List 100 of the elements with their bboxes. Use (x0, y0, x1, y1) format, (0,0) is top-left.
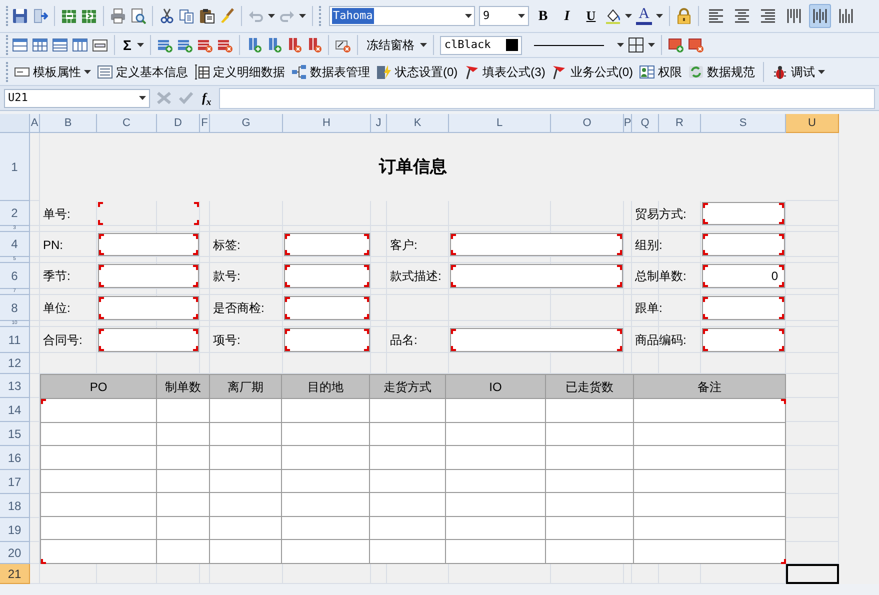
input-field[interactable] (702, 328, 785, 352)
row-header[interactable]: 2 (0, 201, 30, 226)
input-field[interactable] (702, 296, 785, 320)
toolbar-button[interactable]: 填表公式(3) (464, 62, 546, 80)
align-left-icon[interactable] (708, 8, 724, 24)
padlock-icon[interactable] (676, 8, 692, 24)
input-field[interactable] (702, 233, 785, 256)
italic-button[interactable]: I (557, 6, 577, 26)
column-header[interactable]: H (283, 114, 371, 133)
input-field[interactable] (702, 202, 785, 225)
row-header[interactable]: 15 (0, 422, 30, 446)
toolbar-button[interactable]: 数据规范 (688, 62, 756, 80)
align-top-icon[interactable] (786, 8, 802, 24)
scissors-icon[interactable] (159, 8, 175, 24)
remove-image-icon[interactable] (688, 37, 704, 53)
caret-icon[interactable] (84, 70, 91, 74)
input-field[interactable] (284, 233, 370, 256)
column-header[interactable]: K (387, 114, 449, 133)
spreadsheet-icon[interactable] (81, 8, 97, 24)
function-button[interactable]: f$_{x}$ (200, 88, 214, 108)
input-field[interactable] (450, 233, 623, 256)
table-icon[interactable] (194, 64, 210, 80)
caret-icon[interactable] (137, 43, 144, 47)
list-icon[interactable] (97, 64, 113, 80)
formula-input[interactable] (219, 88, 875, 108)
column-header[interactable]: D (157, 114, 200, 133)
row-header[interactable]: 19 (0, 518, 30, 542)
column-header[interactable]: O (551, 114, 624, 133)
row-header[interactable]: 17 (0, 470, 30, 494)
column-header[interactable]: B (40, 114, 97, 133)
caret-icon[interactable] (465, 14, 472, 18)
align-middle-icon[interactable] (812, 8, 828, 24)
delete-column-icon[interactable] (286, 37, 302, 53)
selected-cell[interactable] (786, 564, 839, 584)
lightning-icon[interactable] (376, 64, 392, 80)
column-header[interactable]: G (210, 114, 283, 133)
input-field[interactable] (98, 202, 199, 225)
input-field[interactable] (98, 264, 199, 288)
column-header[interactable]: P (624, 114, 632, 133)
row-header[interactable]: 20 (0, 542, 30, 564)
toolbar-button[interactable]: 业务公式(0) (551, 62, 634, 80)
caret-icon[interactable] (625, 14, 632, 18)
row-header[interactable]: 13 (0, 374, 30, 398)
print-preview-icon[interactable] (130, 8, 146, 24)
color-dropdown[interactable]: clBlack (440, 36, 522, 54)
delete-column-icon[interactable] (306, 37, 322, 53)
table-icon[interactable] (92, 37, 108, 53)
column-header[interactable]: J (371, 114, 387, 133)
row-header[interactable]: 4 (0, 232, 30, 257)
flag-icon[interactable] (551, 64, 568, 80)
toolbar-button[interactable]: 状态设置(0) (376, 62, 458, 80)
toolbar-button[interactable]: 数据表管理 (291, 62, 370, 80)
input-field[interactable] (284, 264, 370, 288)
row-header[interactable]: 16 (0, 446, 30, 470)
toolbar-button[interactable]: 权限 (639, 62, 682, 80)
toolbar-button[interactable]: 定义明细数据 (194, 62, 285, 80)
caret-icon[interactable] (648, 43, 656, 47)
column-header[interactable]: S (701, 114, 786, 133)
add-image-icon[interactable] (668, 37, 684, 53)
align-right-icon[interactable] (760, 8, 776, 24)
font-color-button[interactable]: A (636, 7, 652, 25)
input-field[interactable] (284, 328, 370, 352)
row-header[interactable]: 6 (0, 263, 30, 289)
column-header[interactable]: A (30, 114, 40, 133)
font-size-dropdown[interactable]: 9 (479, 6, 529, 26)
column-header[interactable]: L (449, 114, 551, 133)
delete-row-icon[interactable] (217, 37, 234, 53)
delete-row-icon[interactable] (197, 37, 214, 53)
cell-reference-field[interactable]: U21 (4, 88, 150, 108)
insert-column-icon[interactable] (266, 37, 282, 53)
row-header[interactable]: 8 (0, 295, 30, 321)
network-icon[interactable] (291, 64, 307, 80)
caret-icon[interactable] (818, 70, 826, 74)
row-header[interactable]: 12 (0, 353, 30, 374)
column-header[interactable]: U (786, 114, 839, 133)
row-header[interactable]: 1 (0, 133, 30, 201)
check-icon[interactable] (178, 90, 194, 106)
column-header[interactable]: Q (632, 114, 659, 133)
border-icon[interactable] (628, 37, 644, 53)
row-header[interactable]: 18 (0, 494, 30, 518)
clipboard-icon[interactable] (199, 8, 215, 24)
freeze-panes-button[interactable]: 冻结窗格 (364, 36, 416, 54)
caret-icon[interactable] (420, 43, 428, 47)
caret-icon[interactable] (139, 96, 146, 100)
caret-icon[interactable] (617, 43, 624, 47)
insert-column-icon[interactable] (246, 37, 262, 53)
row-header[interactable]: 11 (0, 327, 30, 353)
input-field[interactable] (450, 328, 623, 352)
printer-icon[interactable] (110, 8, 126, 24)
toolbar-button[interactable]: 调试 (772, 62, 826, 80)
refresh-icon[interactable] (688, 64, 704, 80)
bug-icon[interactable] (772, 64, 788, 80)
column-header[interactable]: C (97, 114, 157, 133)
input-field[interactable] (284, 296, 370, 320)
caret-icon[interactable] (656, 14, 663, 18)
font-dropdown[interactable]: Tahoma (329, 6, 475, 26)
align-bottom-icon[interactable] (838, 8, 854, 24)
insert-row-icon[interactable] (177, 37, 194, 53)
row-header[interactable]: 21 (0, 564, 30, 584)
column-header[interactable]: R (659, 114, 701, 133)
